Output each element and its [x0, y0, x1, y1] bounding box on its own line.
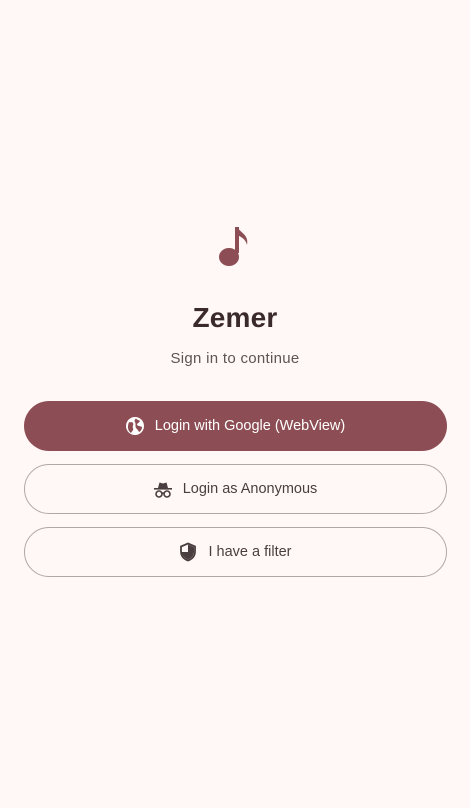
- login-filter-button[interactable]: I have a filter: [23, 527, 447, 577]
- login-anonymous-button[interactable]: Login as Anonymous: [23, 464, 447, 514]
- app-title: Zemer: [192, 302, 278, 333]
- globe-icon: [125, 416, 145, 436]
- app-subtitle: Sign in to continue: [170, 350, 300, 367]
- login-google-label: Login with Google (WebView): [154, 418, 346, 434]
- incognito-icon: [153, 479, 173, 499]
- login-content: Zemer Sign in to continue Login with Goo…: [0, 223, 470, 577]
- login-filter-label: I have a filter: [208, 544, 292, 560]
- shield-icon: [178, 542, 198, 562]
- login-screen: Zemer Sign in to continue Login with Goo…: [0, 0, 470, 808]
- login-google-button[interactable]: Login with Google (WebView): [23, 401, 447, 451]
- music-note-icon: [219, 227, 248, 266]
- login-options: Login with Google (WebView) Login as Ano…: [23, 401, 447, 577]
- login-anonymous-label: Login as Anonymous: [182, 481, 318, 497]
